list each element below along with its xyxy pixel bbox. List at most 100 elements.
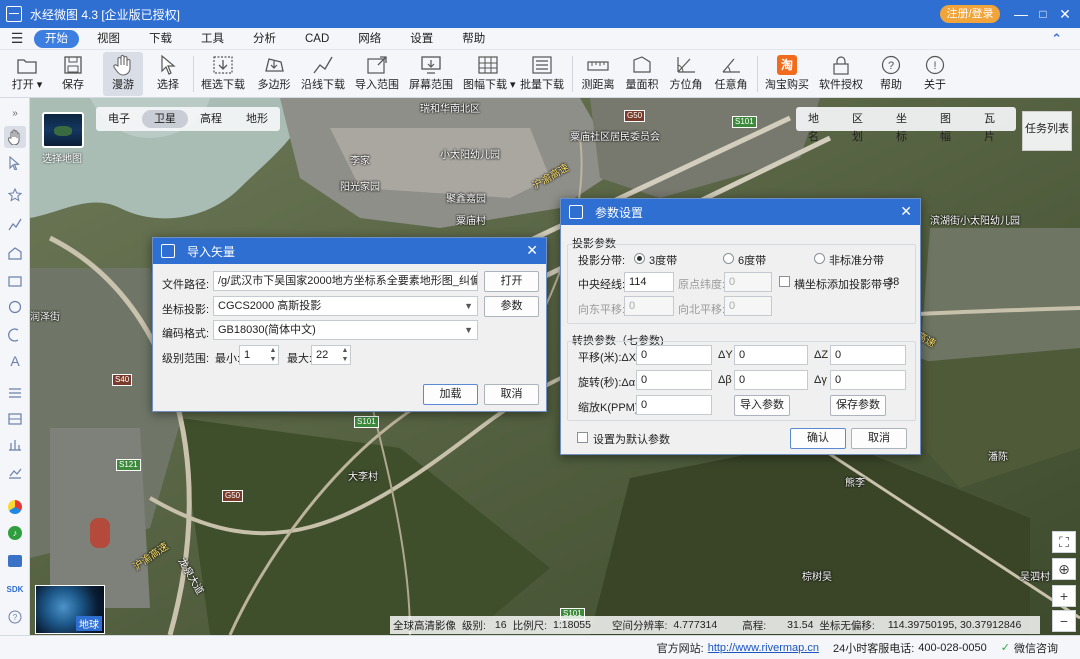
collapse-ribbon-icon[interactable]: ⌃ <box>1051 31 1062 47</box>
menu-cad[interactable]: CAD <box>294 30 340 48</box>
cancel-button[interactable]: 取消 <box>851 428 907 449</box>
any-angle-button[interactable]: 任意角 <box>713 52 749 96</box>
overlay-tab-coords[interactable]: 坐标 <box>884 110 928 143</box>
zoom-in-icon[interactable]: + <box>1052 585 1076 607</box>
zoom-out-icon[interactable]: − <box>1052 610 1076 632</box>
import-range-button[interactable]: 导入范围 <box>355 52 399 96</box>
wechat-consult[interactable]: 微信咨询 <box>1014 640 1058 656</box>
draw-arc-icon[interactable] <box>4 324 26 346</box>
menu-download[interactable]: 下载 <box>138 30 183 48</box>
draw-polygon-icon[interactable] <box>4 242 26 264</box>
draw-circle-icon[interactable] <box>4 296 26 318</box>
origin-latitude-input[interactable]: 0 <box>724 272 772 292</box>
spin-arrows-icon[interactable]: ▲ ▼ <box>340 346 350 364</box>
spin-arrows-icon[interactable]: ▲ ▼ <box>268 346 278 364</box>
import-params-button[interactable]: 导入参数 <box>734 395 790 416</box>
layer-tool-1-icon[interactable] <box>4 382 26 404</box>
task-list-button[interactable]: 任务列表 <box>1022 111 1072 151</box>
hamburger-menu-icon[interactable]: ☰ <box>0 30 34 47</box>
add-zone-number-checkbox[interactable] <box>779 276 790 287</box>
encoding-select[interactable]: GB18030(简体中文) ▼ <box>213 320 478 340</box>
expand-panel-icon[interactable]: » <box>4 102 26 124</box>
globe-view[interactable]: 地球 <box>35 585 105 634</box>
zone-3deg-radio[interactable] <box>634 253 645 264</box>
fullscreen-icon[interactable]: ⛶ <box>1052 531 1076 553</box>
menu-network[interactable]: 网络 <box>347 30 392 48</box>
min-level-stepper[interactable]: 1 ▲ ▼ <box>239 345 279 365</box>
max-level-stepper[interactable]: 22 ▲ ▼ <box>311 345 351 365</box>
dx-input[interactable]: 0 <box>636 345 712 365</box>
layer-tool-4-icon[interactable] <box>4 462 26 484</box>
select-tool-icon[interactable] <box>4 152 26 174</box>
app-plugin-3-icon[interactable] <box>4 550 26 572</box>
layer-tab-electronic[interactable]: 电子 <box>96 110 142 128</box>
false-easting-input[interactable]: 0 <box>624 296 674 316</box>
menu-settings[interactable]: 设置 <box>399 30 444 48</box>
locate-icon[interactable]: ⊕ <box>1052 558 1076 580</box>
close-icon[interactable]: ✕ <box>1052 0 1078 28</box>
pan-button[interactable]: 漫游 <box>103 52 143 96</box>
draw-point-icon[interactable] <box>4 184 26 206</box>
select-button[interactable]: 选择 <box>150 52 186 96</box>
sdk-icon[interactable]: SDK <box>4 578 26 600</box>
cancel-button[interactable]: 取消 <box>484 384 539 405</box>
open-file-button[interactable]: 打开 <box>484 271 539 292</box>
help-button[interactable]: ? 帮助 <box>873 52 909 96</box>
measure-area-button[interactable]: 量面积 <box>624 52 660 96</box>
rz-input[interactable]: 0 <box>830 370 906 390</box>
save-button[interactable]: 保存 <box>54 52 92 96</box>
draw-line-icon[interactable] <box>4 214 26 236</box>
menu-help[interactable]: 帮助 <box>451 30 496 48</box>
layer-tool-3-icon[interactable] <box>4 434 26 456</box>
overlay-tab-tiles[interactable]: 瓦片 <box>972 110 1016 143</box>
overlay-tab-regions[interactable]: 区划 <box>840 110 884 143</box>
zone-custom-radio[interactable] <box>814 253 825 264</box>
menu-analysis[interactable]: 分析 <box>242 30 287 48</box>
save-params-button[interactable]: 保存参数 <box>830 395 886 416</box>
register-login-button[interactable]: 注册/登录 <box>940 5 1000 23</box>
ry-input[interactable]: 0 <box>734 370 808 390</box>
close-icon[interactable]: ✕ <box>900 203 912 220</box>
overlay-tab-sheets[interactable]: 图幅 <box>928 110 972 143</box>
dy-input[interactable]: 0 <box>734 345 808 365</box>
central-meridian-input[interactable]: 114 <box>624 272 674 292</box>
screen-range-button[interactable]: 屏幕范围 <box>409 52 453 96</box>
app-plugin-2-icon[interactable]: ♪ <box>4 522 26 544</box>
false-northing-input[interactable]: 0 <box>724 296 772 316</box>
projection-select[interactable]: CGCS2000 高斯投影 ▼ <box>213 296 478 316</box>
layer-tab-terrain[interactable]: 地形 <box>234 110 280 128</box>
rx-input[interactable]: 0 <box>636 370 712 390</box>
azimuth-button[interactable]: 方位角 <box>668 52 704 96</box>
site-link[interactable]: http://www.rivermap.cn <box>708 642 819 654</box>
dz-input[interactable]: 0 <box>830 345 906 365</box>
menu-start[interactable]: 开始 <box>34 29 79 48</box>
menu-view[interactable]: 视图 <box>86 30 131 48</box>
open-button[interactable]: 打开 ▾ <box>8 52 46 96</box>
taobao-buy-button[interactable]: 淘 淘宝购买 <box>765 52 809 96</box>
line-download-button[interactable]: 沿线下载 <box>301 52 345 96</box>
pan-tool-icon[interactable] <box>4 126 26 148</box>
app-plugin-1-icon[interactable] <box>4 496 26 518</box>
default-params-checkbox[interactable] <box>577 432 588 443</box>
file-path-input[interactable]: /g/武汉市下吴国家2000地方坐标系全要素地形图_纠偏后.dxf; <box>213 271 478 291</box>
close-icon[interactable]: ✕ <box>526 242 538 259</box>
basemap-picker[interactable]: 选择地图 <box>42 112 86 166</box>
draw-rectangle-icon[interactable] <box>4 270 26 292</box>
layer-tab-elevation[interactable]: 高程 <box>188 110 234 128</box>
layer-tab-satellite[interactable]: 卫星 <box>142 110 188 128</box>
sheet-download-button[interactable]: 图幅下载 ▾ <box>463 52 516 96</box>
overlay-tab-placenames[interactable]: 地名 <box>796 110 840 143</box>
about-button[interactable]: ! 关于 <box>917 52 953 96</box>
load-button[interactable]: 加载 <box>423 384 478 405</box>
polygon-button[interactable]: 多边形 <box>255 52 293 96</box>
menu-tools[interactable]: 工具 <box>190 30 235 48</box>
license-button[interactable]: 软件授权 <box>819 52 863 96</box>
projection-params-button[interactable]: 参数 <box>484 296 539 317</box>
scale-k-input[interactable]: 0 <box>636 395 712 415</box>
box-download-button[interactable]: 框选下载 <box>201 52 245 96</box>
help-circle-icon[interactable]: ? <box>4 606 26 628</box>
add-text-icon[interactable]: A <box>4 350 26 372</box>
confirm-button[interactable]: 确认 <box>790 428 846 449</box>
batch-download-button[interactable]: 批量下载 <box>520 52 564 96</box>
layer-tool-2-icon[interactable] <box>4 408 26 430</box>
